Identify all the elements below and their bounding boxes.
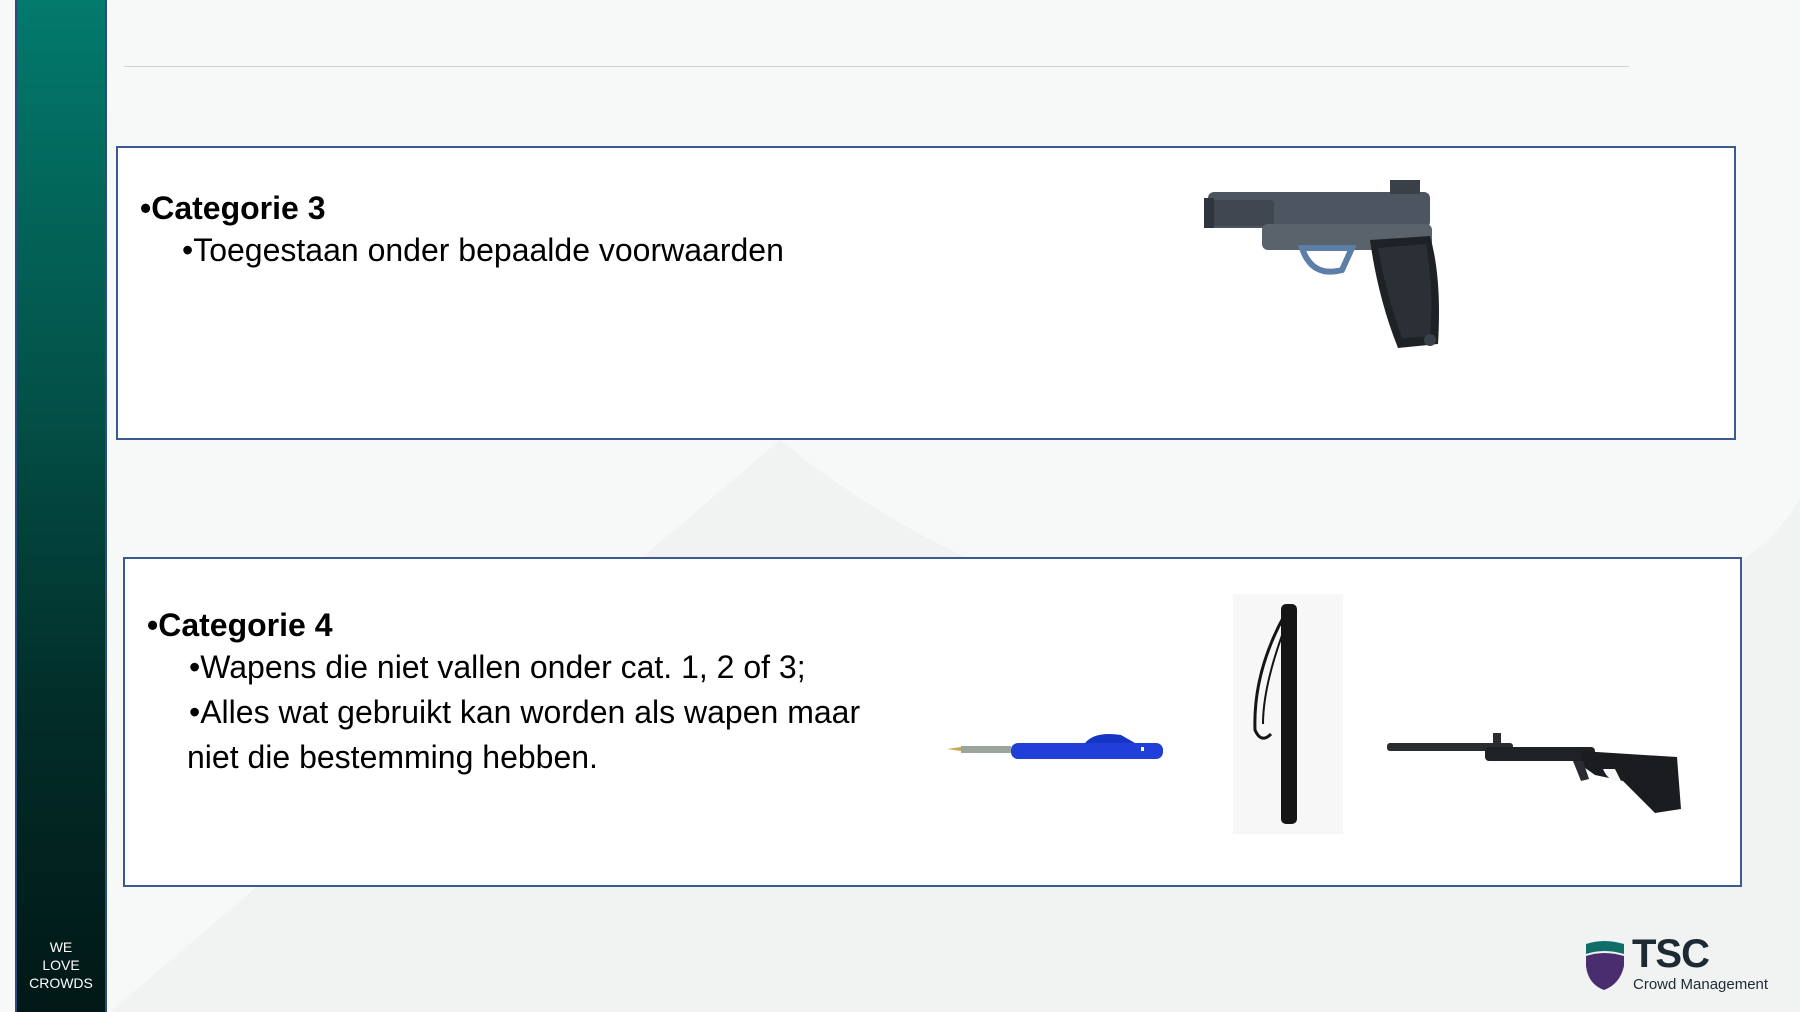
tagline-line: LOVE [42,957,80,973]
tagline-line: WE [49,939,73,955]
air-rifle-image [1387,733,1681,813]
baton-image [1233,594,1343,834]
category-3-heading: •Categorie 3 [140,190,326,226]
category-4-heading: •Categorie 4 [147,607,333,643]
bullet-continuation: niet die bestemming hebben. [187,739,598,775]
sidebar: WE LOVE CROWDS [15,0,107,1012]
tsc-logo: TSC Crowd Management [1584,932,1774,994]
bullet-item: •Toegestaan onder bepaalde voorwaarden [182,232,784,268]
bullet-item: •Alles wat gebruikt kan worden als wapen… [189,694,861,730]
sidebar-tagline: WE LOVE CROWDS [17,938,105,992]
bullet-item: •Wapens die niet vallen onder cat. 1, 2 … [189,649,806,685]
logo-title: TSC [1632,932,1710,976]
category-3-box: •Categorie 3 •Toegestaan onder bepaalde … [116,146,1736,440]
shield-icon [1586,941,1624,990]
tagline-line: CROWDS [29,975,93,991]
pistol-image [1204,180,1439,348]
title-divider [124,66,1629,67]
category-3-bullets: •Toegestaan onder bepaalde voorwaarden [182,228,784,273]
category-4-bullets: •Wapens die niet vallen onder cat. 1, 2 … [187,645,861,780]
category-4-box: •Categorie 4 •Wapens die niet vallen ond… [123,557,1742,887]
pen-image [947,734,1163,759]
logo-subtitle: Crowd Management [1633,976,1769,993]
